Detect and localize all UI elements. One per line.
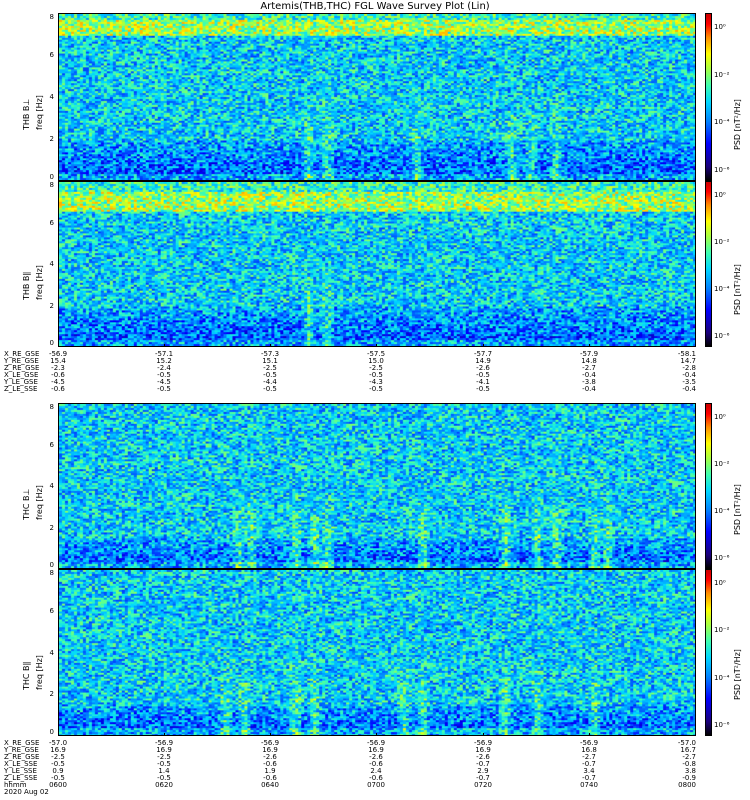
ephemeris-row: Z_LE_SSE -0.6 -0.5 -0.5 -0.5 -0.5 -0.4 -0.4 <box>0 386 750 393</box>
colorbar-label: PSD [nT²/Hz] <box>733 649 742 700</box>
ephemeris-value: 0600 <box>49 781 67 789</box>
colorbar-label: PSD [nT²/Hz] <box>733 99 742 150</box>
ytick-label: 8 <box>49 403 54 411</box>
xtick-mark <box>483 733 484 736</box>
page-title: Artemis(THB,THC) FGL Wave Survey Plot (L… <box>260 1 490 12</box>
panel-probe-label: THC B⊥ <box>22 488 31 521</box>
colorbar-tick-label: 10⁻⁶ <box>714 332 730 340</box>
ephemeris-value: 0700 <box>367 781 385 789</box>
ephemeris-row: hhmm 0600 0620 0640 0700 0720 0740 0800 <box>0 782 750 789</box>
xtick-mark <box>270 344 271 347</box>
ephemeris-value: -0.5 <box>369 385 383 393</box>
colorbar <box>705 13 712 181</box>
colorbar-tick-label: 10⁰ <box>714 579 726 587</box>
xtick-mark <box>58 344 59 347</box>
xtick-mark <box>695 344 696 347</box>
ephemeris-value: 0720 <box>474 781 492 789</box>
ephemeris-value: 0740 <box>580 781 598 789</box>
spectrogram-thc-bperp <box>58 403 696 569</box>
colorbar-tick-label: 10⁻⁴ <box>714 118 730 127</box>
ephemeris-row-label: Z_LE_SSE <box>4 385 38 393</box>
xtick-mark <box>376 344 377 347</box>
panel-probe-label: THB B⊥ <box>22 98 31 130</box>
spectrogram-thb-bperp <box>58 13 696 181</box>
ytick-label: 2 <box>49 135 54 143</box>
colorbar-tick-label: 10⁰ <box>714 23 726 31</box>
xtick-mark <box>164 733 165 736</box>
colorbar-tick-label: 10⁻⁴ <box>714 285 730 293</box>
ytick-label: 2 <box>49 690 54 699</box>
ephemeris-value: 0640 <box>261 781 279 789</box>
ytick-label: 6 <box>49 218 54 227</box>
ephemeris-value: -0.4 <box>682 385 696 393</box>
ytick-label: 8 <box>49 13 54 21</box>
ytick-label: 4 <box>49 260 54 268</box>
colorbar <box>705 569 712 736</box>
ephemeris-value: 0800 <box>678 781 696 789</box>
xtick-mark <box>589 733 590 736</box>
xtick-mark <box>376 733 377 736</box>
ytick-label: 4 <box>49 93 54 101</box>
ytick-label: 6 <box>49 606 54 615</box>
xtick-mark <box>695 733 696 736</box>
colorbar-tick-label: 10⁰ <box>714 413 726 421</box>
xtick-mark <box>270 733 271 736</box>
panel-probe-label: THC B∥ <box>22 661 31 690</box>
xtick-mark <box>164 344 165 347</box>
ytick-label: 4 <box>49 482 54 490</box>
ytick-label: 4 <box>49 648 54 657</box>
colorbar-tick-label: 10⁻² <box>714 70 730 79</box>
colorbar-tick-label: 10⁰ <box>714 191 726 199</box>
ephemeris-value: 0620 <box>155 781 173 789</box>
colorbar-label: PSD [nT²/Hz] <box>733 484 742 535</box>
ytick-label: 0 <box>49 339 54 347</box>
ytick-label: 0 <box>49 561 54 569</box>
ephemeris-value: -0.5 <box>476 385 490 393</box>
colorbar-tick-label: 10⁻⁶ <box>714 166 730 174</box>
spectrogram-thb-bpar <box>58 181 696 347</box>
colorbar-tick-label: 10⁻⁴ <box>714 507 730 515</box>
ytick-label: 2 <box>49 523 54 532</box>
ephemeris-value: -0.4 <box>582 385 596 393</box>
xtick-mark <box>483 344 484 347</box>
colorbar <box>705 181 712 347</box>
colorbar-tick-label: 10⁻² <box>714 238 730 246</box>
ephemeris-value: -0.5 <box>157 385 171 393</box>
ytick-label: 8 <box>49 569 54 577</box>
xtick-mark <box>589 344 590 347</box>
xtick-mark <box>58 733 59 736</box>
spectrogram-thc-bpar <box>58 569 696 736</box>
colorbar-tick-label: 10⁻² <box>714 460 730 468</box>
colorbar-tick-label: 10⁻⁶ <box>714 721 730 729</box>
ytick-label: 6 <box>49 440 54 449</box>
ytick-label: 0 <box>49 173 54 181</box>
ytick-label: 8 <box>49 181 54 189</box>
ephemeris-value: -0.5 <box>263 385 277 393</box>
colorbar <box>705 403 712 569</box>
colorbar-tick-label: 10⁻⁴ <box>714 673 730 682</box>
colorbar-tick-label: 10⁻⁶ <box>714 554 730 562</box>
ytick-label: 2 <box>49 301 54 310</box>
colorbar-tick-label: 10⁻² <box>714 626 730 635</box>
date-row: 2020 Aug 02 <box>0 789 750 796</box>
ytick-label: 0 <box>49 728 54 736</box>
ephemeris-value: -0.6 <box>51 385 65 393</box>
panel-probe-label: THB B∥ <box>22 271 31 300</box>
date-label: 2020 Aug 02 <box>4 788 49 796</box>
colorbar-label: PSD [nT²/Hz] <box>733 264 742 315</box>
ytick-label: 6 <box>49 51 54 59</box>
